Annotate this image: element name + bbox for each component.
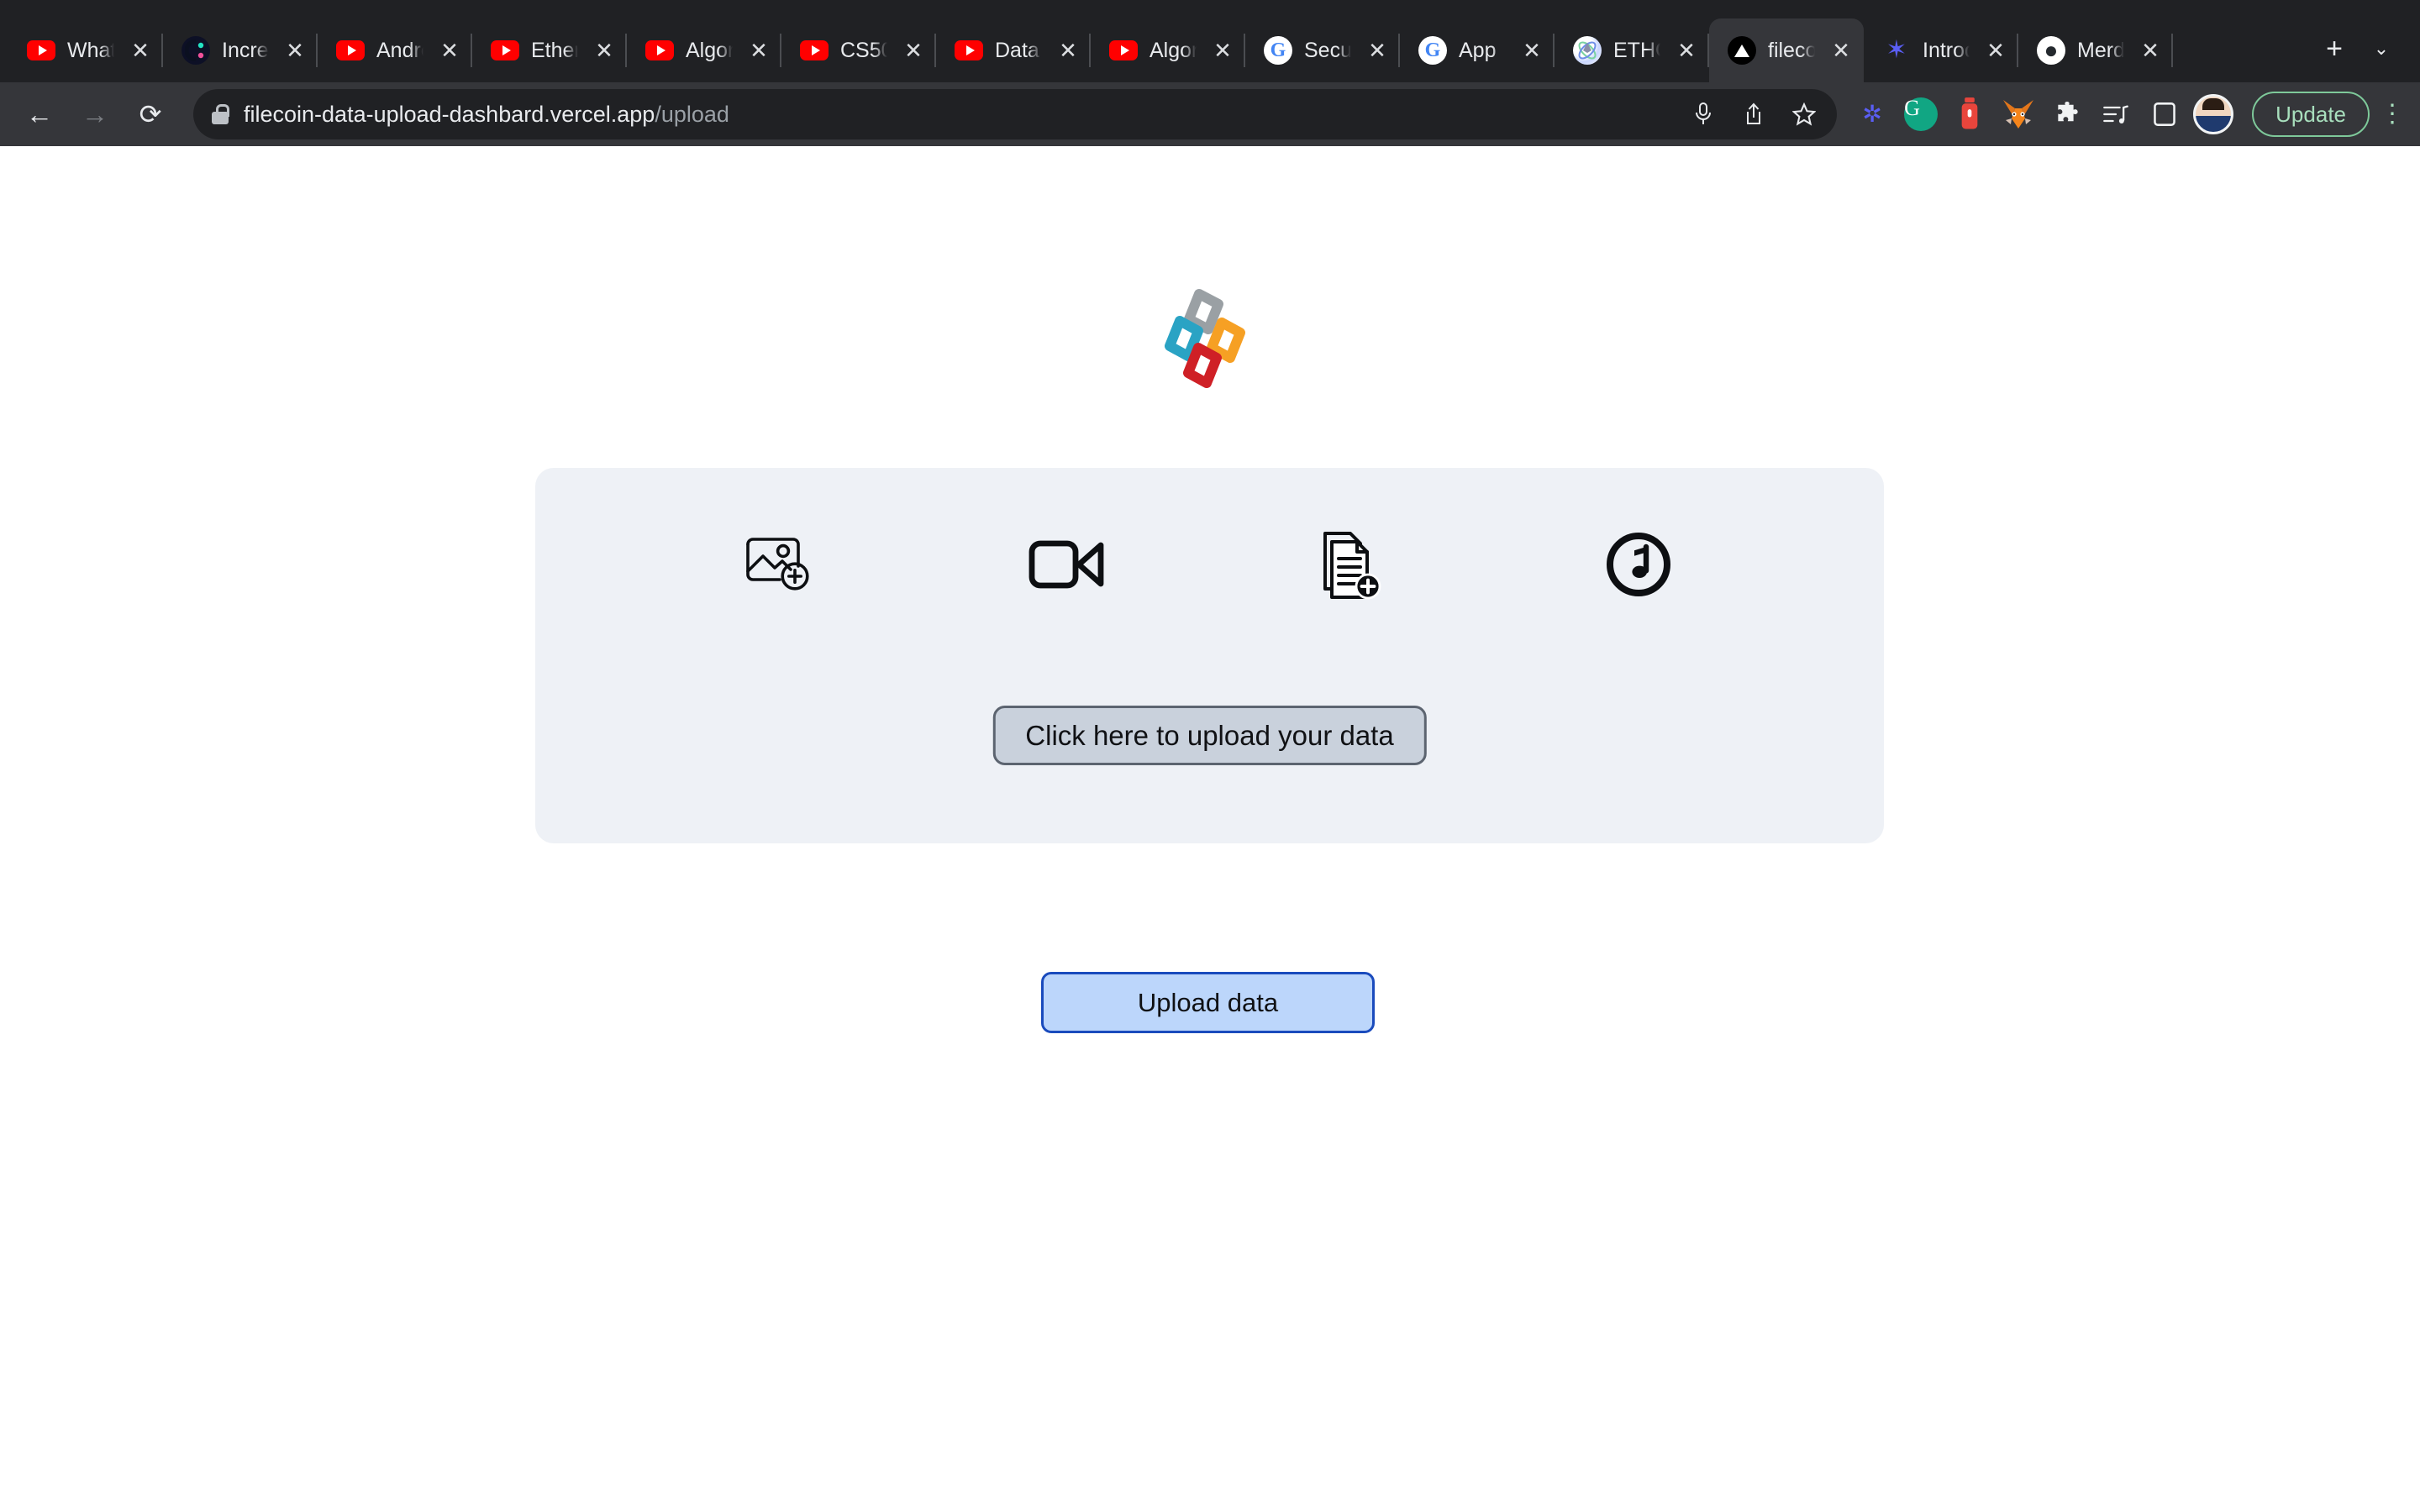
browser-tab-active[interactable]: fileco ✕ — [1709, 18, 1864, 82]
tab-close-icon[interactable]: ✕ — [281, 36, 309, 65]
tab-search-chevron-icon[interactable]: ⌄ — [2358, 25, 2405, 72]
google-icon: G — [1418, 36, 1447, 65]
tab-close-icon[interactable]: ✕ — [126, 36, 155, 65]
browser-tab[interactable]: Algor ✕ — [627, 18, 781, 82]
increment-icon — [182, 36, 210, 65]
tab-title: Secu — [1304, 38, 1351, 62]
document-add-icon — [1210, 514, 1496, 615]
youtube-icon — [1109, 36, 1138, 65]
tab-close-icon[interactable]: ✕ — [1363, 36, 1392, 65]
tab-close-icon[interactable]: ✕ — [435, 36, 464, 65]
browser-tab[interactable]: G Secu ✕ — [1245, 18, 1400, 82]
share-icon[interactable] — [1739, 100, 1768, 129]
extension-icons: ✲ G Update ⋮ — [1852, 92, 2407, 137]
tab-close-icon[interactable]: ✕ — [590, 36, 618, 65]
browser-tab[interactable]: Data ✕ — [936, 18, 1091, 82]
upload-dropzone[interactable]: Click here to upload your data — [535, 468, 1884, 843]
ethglobal-icon — [1573, 36, 1602, 65]
tab-title: What — [67, 38, 114, 62]
browser-tab[interactable]: Algor ✕ — [1091, 18, 1245, 82]
youtube-icon — [27, 36, 55, 65]
reading-list-icon[interactable] — [2096, 94, 2136, 134]
tab-close-icon[interactable]: ✕ — [1981, 36, 2010, 65]
tab-close-icon[interactable]: ✕ — [1672, 36, 1701, 65]
flower-icon: ✶ — [1886, 36, 1907, 64]
update-button-label: Update — [2275, 101, 2346, 127]
video-camera-icon — [924, 514, 1210, 615]
youtube-icon — [491, 36, 519, 65]
browser-menu-icon[interactable]: ⋮ — [2378, 102, 2407, 127]
tab-title: Algor — [686, 38, 733, 62]
google-icon: G — [1264, 36, 1292, 65]
browser-tab[interactable]: ● Merd ✕ — [2018, 18, 2173, 82]
browser-tab[interactable]: What ✕ — [8, 18, 163, 82]
upload-data-button[interactable]: Upload data — [1041, 972, 1375, 1033]
music-note-icon — [1496, 514, 1781, 615]
tab-close-icon[interactable]: ✕ — [899, 36, 928, 65]
pick-file-button-label: Click here to upload your data — [1025, 720, 1394, 751]
tab-title: CS50 — [840, 38, 887, 62]
filecoin-diamonds-logo — [1160, 287, 1252, 388]
url-path: /upload — [655, 101, 729, 127]
youtube-icon — [336, 36, 365, 65]
browser-toolbar: ← → ⟳ filecoin-data-upload-dashbard.verc… — [0, 82, 2420, 146]
image-add-icon — [639, 514, 924, 615]
bookmark-star-icon[interactable] — [1790, 100, 1818, 129]
new-tab-button[interactable]: + — [2311, 25, 2358, 72]
tab-close-icon[interactable]: ✕ — [1208, 36, 1237, 65]
tab-title: fileco — [1768, 38, 1815, 62]
tab-title: ETHG — [1613, 38, 1660, 62]
pick-file-button[interactable]: Click here to upload your data — [992, 706, 1427, 765]
browser-tab[interactable]: G App ✕ — [1400, 18, 1555, 82]
omnibox-actions — [1689, 100, 1818, 129]
tab-strip: What✕Incre✕Andre✕Ether✕Algor✕CS50✕Data✕A… — [0, 0, 2420, 82]
metamask-extension-icon[interactable] — [1998, 94, 2039, 134]
file-type-icon-row — [535, 514, 1884, 615]
browser-tab[interactable]: Ether ✕ — [472, 18, 627, 82]
update-button[interactable]: Update — [2252, 92, 2370, 137]
browser-tab[interactable]: ✶ Introd ✕ — [1864, 18, 2018, 82]
tab-title: Ether — [531, 38, 578, 62]
forward-button[interactable]: → — [69, 88, 121, 140]
tab-title: Merd — [2077, 38, 2124, 62]
tab-title: Incre — [222, 38, 269, 62]
address-bar-url: filecoin-data-upload-dashbard.vercel.app… — [244, 102, 729, 128]
address-bar[interactable]: filecoin-data-upload-dashbard.vercel.app… — [193, 89, 1838, 139]
tab-close-icon[interactable]: ✕ — [2136, 36, 2165, 65]
tab-list: What✕Incre✕Andre✕Ether✕Algor✕CS50✕Data✕A… — [8, 0, 2311, 82]
tab-title: Data — [995, 38, 1039, 62]
upload-data-button-label: Upload data — [1137, 987, 1279, 1017]
tab-title: App — [1459, 38, 1497, 62]
lock-icon — [212, 104, 229, 124]
microphone-icon[interactable] — [1689, 100, 1718, 129]
youtube-icon — [955, 36, 983, 65]
reload-button[interactable]: ⟳ — [124, 88, 176, 140]
back-button[interactable]: ← — [13, 88, 66, 140]
browser-tab[interactable]: Incre ✕ — [163, 18, 318, 82]
browser-window: What✕Incre✕Andre✕Ether✕Algor✕CS50✕Data✕A… — [0, 0, 2420, 1512]
browser-tab[interactable]: Andre ✕ — [318, 18, 472, 82]
tab-title: Introd — [1923, 38, 1970, 62]
profile-avatar[interactable] — [2193, 94, 2234, 134]
vercel-icon — [1728, 36, 1756, 65]
browser-tab[interactable]: CS50 ✕ — [781, 18, 936, 82]
flower-extension-icon[interactable]: ✲ — [1852, 94, 1892, 134]
puzzle-extensions-icon[interactable] — [2047, 94, 2087, 134]
page-content: Click here to upload your data Upload da… — [0, 146, 2420, 1512]
side-panel-icon[interactable] — [2144, 94, 2185, 134]
youtube-icon — [645, 36, 674, 65]
tab-close-icon[interactable]: ✕ — [1827, 36, 1855, 65]
tab-divider — [2171, 34, 2173, 67]
onepassword-extension-icon[interactable] — [1949, 94, 1990, 134]
grammarly-extension-icon[interactable]: G — [1901, 94, 1941, 134]
browser-tab[interactable]: ETHG ✕ — [1555, 18, 1709, 82]
tab-close-icon[interactable]: ✕ — [744, 36, 773, 65]
tab-title: Algor — [1150, 38, 1197, 62]
tab-close-icon[interactable]: ✕ — [1518, 36, 1546, 65]
youtube-icon — [800, 36, 829, 65]
url-host: filecoin-data-upload-dashbard.vercel.app — [244, 101, 655, 127]
tab-close-icon[interactable]: ✕ — [1054, 36, 1082, 65]
github-icon: ● — [2037, 36, 2065, 65]
tab-title: Andre — [376, 38, 424, 62]
